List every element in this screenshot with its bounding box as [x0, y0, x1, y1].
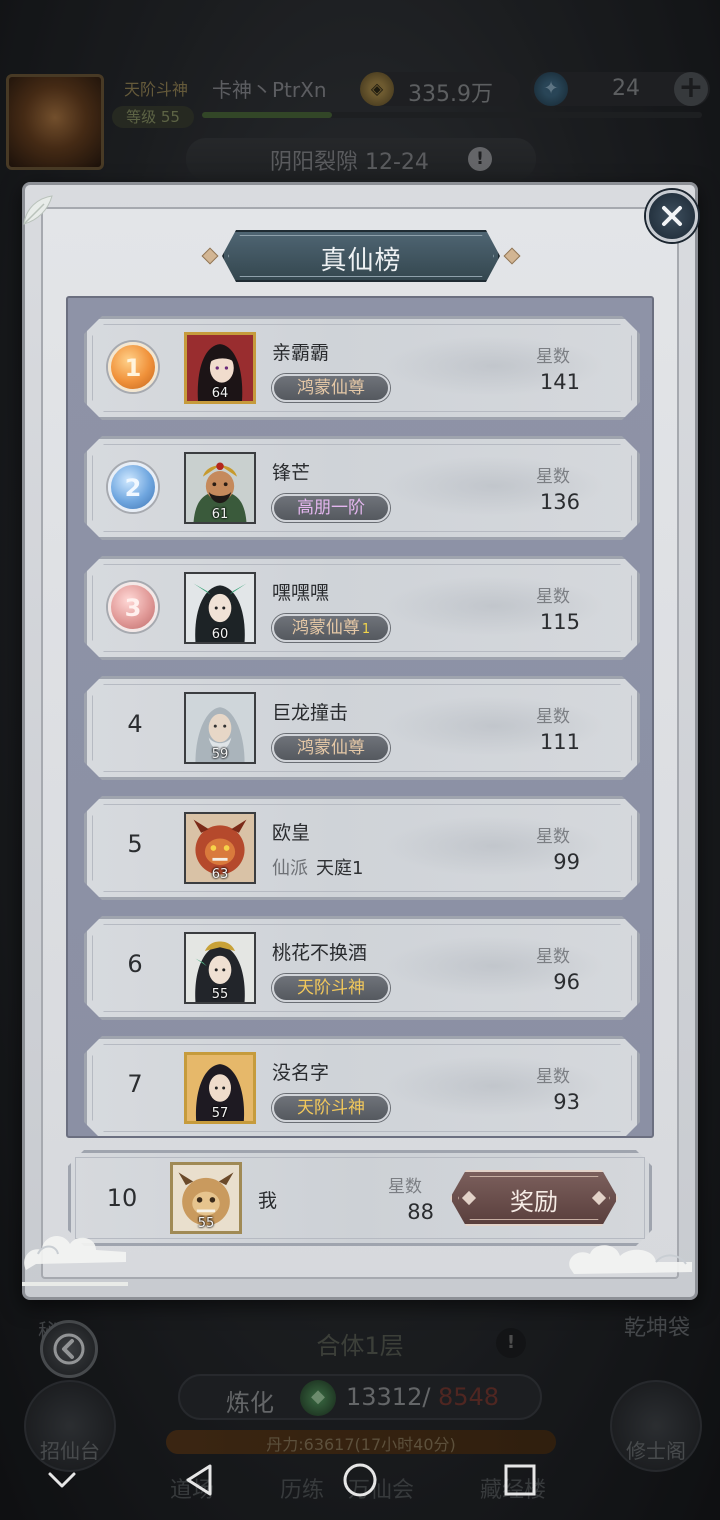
stars-value: 136	[539, 490, 580, 514]
game-screen: 天阶斗神 卡神丶PtrXn 等级 55 ◈ 335.9万 ✦ 24 + 阴阳裂隙…	[0, 0, 720, 1520]
stars-value: 111	[539, 730, 580, 754]
stars-value: 115	[539, 610, 580, 634]
stars-value: 99	[553, 850, 580, 874]
player-name: 亲霸霸	[272, 342, 330, 364]
system-nav-bar	[0, 1440, 720, 1520]
nav-recent-apps-icon[interactable]	[498, 1458, 542, 1502]
rank-number: 4	[127, 710, 143, 738]
rank-number: 7	[127, 1070, 143, 1098]
player-portrait[interactable]: 57	[184, 1052, 256, 1124]
player-name: 巨龙撞击	[272, 702, 349, 724]
player-name: 嘿嘿嘿	[272, 582, 330, 604]
cloud-ornament-icon	[22, 1236, 128, 1286]
stars-label: 星数	[536, 947, 570, 967]
player-portrait[interactable]: 60	[184, 572, 256, 644]
stars-label: 星数	[536, 827, 570, 847]
reward-button-label: 奖励	[510, 1188, 558, 1216]
player-level-badge: 60	[211, 627, 229, 642]
stars-value: 93	[553, 1090, 580, 1114]
cloud-ornament-icon	[569, 1245, 692, 1274]
reward-button[interactable]: 奖励	[450, 1170, 618, 1226]
stars-label: 星数	[536, 467, 570, 487]
leaderboard-list[interactable]: 1 64 亲霸霸 鸿蒙仙尊 星数 141 2 61 锋芒 高朋一阶 星数 136…	[66, 296, 654, 1138]
stars-label: 星数	[536, 1067, 570, 1087]
player-portrait[interactable]: 63	[184, 812, 256, 884]
player-level-badge: 61	[211, 507, 229, 522]
player-title-badge: 鸿蒙仙尊	[272, 374, 390, 402]
my-portrait: 55	[170, 1162, 242, 1234]
nav-back-icon[interactable]	[178, 1458, 222, 1502]
player-portrait[interactable]: 55	[184, 932, 256, 1004]
close-button[interactable]	[646, 190, 698, 242]
rank-number: 6	[127, 950, 143, 978]
my-name: 我	[258, 1190, 278, 1212]
silver-medal-icon: 2	[108, 462, 158, 512]
player-portrait[interactable]: 61	[184, 452, 256, 524]
player-title-badge: 高朋一阶	[272, 494, 390, 522]
rank-number: 5	[127, 830, 143, 858]
player-level-badge: 59	[211, 747, 229, 762]
player-portrait[interactable]: 59	[184, 692, 256, 764]
player-level-badge: 55	[211, 987, 229, 1002]
my-stars-value: 88	[407, 1200, 434, 1224]
player-title-badge: 天阶斗神	[272, 1094, 390, 1122]
stars-value: 96	[553, 970, 580, 994]
player-title-badge: 天阶斗神	[272, 974, 390, 1002]
ranking-row[interactable]: 5 63 欧皇 仙派 天庭1 星数 99	[84, 796, 640, 900]
stars-label: 星数	[536, 587, 570, 607]
bronze-medal-icon: 3	[108, 582, 158, 632]
player-sect: 仙派 天庭1	[272, 858, 364, 879]
ranking-row[interactable]: 1 64 亲霸霸 鸿蒙仙尊 星数 141	[84, 316, 640, 420]
player-title-badge: 鸿蒙仙尊	[272, 734, 390, 762]
stars-value: 141	[539, 370, 580, 394]
close-icon	[662, 206, 682, 226]
stars-label: 星数	[536, 347, 570, 367]
player-title-badge: 鸿蒙仙尊 1	[272, 614, 390, 642]
ranking-row[interactable]: 6 55 桃花不换酒 天阶斗神 星数 96	[84, 916, 640, 1020]
ranking-row[interactable]: 7 57 没名字 天阶斗神 星数 93	[84, 1036, 640, 1138]
player-level-badge: 64	[211, 386, 229, 401]
player-name: 桃花不换酒	[272, 942, 368, 964]
player-level-badge: 63	[211, 867, 229, 882]
ranking-row[interactable]: 2 61 锋芒 高朋一阶 星数 136	[84, 436, 640, 540]
player-name: 欧皇	[272, 822, 311, 844]
panel-title-plaque: 真仙榜	[198, 230, 524, 282]
gold-medal-icon: 1	[108, 342, 158, 392]
panel-title: 真仙榜	[320, 246, 402, 276]
player-portrait[interactable]: 64	[184, 332, 256, 404]
ranking-row[interactable]: 3 60 嘿嘿嘿 鸿蒙仙尊 1 星数 115	[84, 556, 640, 660]
hide-keyboard-chevron-icon[interactable]	[40, 1458, 84, 1502]
player-name: 锋芒	[272, 462, 311, 484]
stars-label: 星数	[388, 1177, 422, 1197]
ranking-row[interactable]: 4 59 巨龙撞击 鸿蒙仙尊 星数 111	[84, 676, 640, 780]
nav-home-icon[interactable]	[338, 1458, 382, 1502]
my-level-badge: 55	[197, 1216, 215, 1231]
player-name: 没名字	[272, 1062, 330, 1084]
leaf-ornament-icon	[23, 195, 53, 225]
player-level-badge: 57	[211, 1106, 229, 1121]
stars-label: 星数	[536, 707, 570, 727]
